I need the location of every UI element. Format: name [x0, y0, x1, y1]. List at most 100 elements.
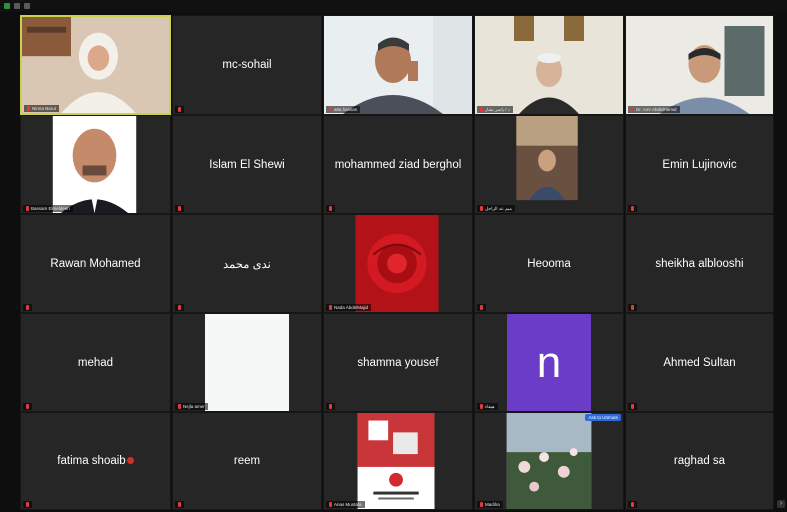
participant-caption — [175, 304, 184, 311]
participant-tile[interactable]: Madiha Ask to Unmute — [474, 412, 624, 510]
participant-name: mohammed ziad berghol — [334, 158, 462, 171]
participant-tile[interactable]: sheikha alblooshi — [625, 214, 774, 313]
participant-caption — [628, 205, 637, 212]
participant-tile[interactable]: reem — [172, 412, 322, 510]
caption-name: ميم عد الراجل — [485, 206, 512, 211]
muted-mic-icon — [631, 305, 634, 310]
muted-mic-icon — [631, 107, 634, 112]
participant-tile[interactable]: n هيفاء — [474, 313, 624, 412]
participant-caption: Nada AbdelMajid — [326, 304, 372, 311]
muted-mic-icon — [329, 502, 332, 507]
next-page-button[interactable]: › — [777, 500, 785, 508]
video-feed — [21, 116, 170, 213]
participant-caption: Dr. Amr AbdelHamid — [628, 106, 680, 113]
participant-tile[interactable]: fatima shoaib — [20, 412, 171, 510]
muted-mic-icon — [26, 305, 29, 310]
participant-tile[interactable]: raghad sa — [625, 412, 774, 510]
muted-mic-icon — [329, 107, 332, 112]
caption-name: د / ياسر بشار — [485, 107, 510, 112]
participant-caption: Nimra Barut — [24, 105, 60, 112]
participant-tile[interactable]: Ahmed Sultan — [625, 313, 774, 412]
security-icon[interactable] — [4, 3, 10, 9]
muted-mic-icon — [480, 404, 483, 409]
muted-mic-icon — [26, 404, 29, 409]
muted-mic-icon — [329, 206, 332, 211]
participant-name: sheikha alblooshi — [655, 257, 744, 270]
participant-caption: atta hassan — [326, 106, 361, 113]
participant-tile[interactable]: Rawan Mohamed — [20, 214, 171, 313]
video-feed — [324, 215, 472, 312]
participant-tile[interactable]: mohammed ziad berghol — [323, 115, 473, 214]
window-topbar — [0, 0, 787, 12]
ask-to-unmute-button[interactable]: Ask to Unmute — [585, 414, 621, 421]
participant-tile[interactable]: Dr. Amr AbdelHamid — [625, 15, 774, 115]
muted-mic-icon — [178, 107, 181, 112]
participant-caption — [175, 205, 184, 212]
muted-mic-icon — [480, 305, 483, 310]
caption-name: Bassam Elmeldeen — [31, 206, 70, 211]
participant-tile[interactable]: Nimra Barut — [20, 15, 171, 115]
video-feed — [475, 413, 623, 509]
participant-caption — [23, 304, 32, 311]
muted-mic-icon — [631, 404, 634, 409]
participant-tile[interactable]: shamma yousef — [323, 313, 473, 412]
participant-caption — [175, 106, 184, 113]
video-feed — [22, 17, 169, 113]
participant-gallery: Nimra Barut mc-sohail atta hassan د / ياسر … — [20, 15, 774, 510]
caption-name: Nada AbdelMajid — [334, 305, 369, 310]
caption-name: هيفاء — [485, 404, 495, 409]
heart-emoji-icon — [126, 457, 134, 465]
participant-tile[interactable]: Bassam Elmeldeen — [20, 115, 171, 214]
participant-tile[interactable]: ميم عد الراجل — [474, 115, 624, 214]
participant-name: Islam El Shewi — [209, 158, 285, 171]
participant-name: Ahmed Sultan — [663, 356, 736, 369]
participant-tile[interactable]: Islam El Shewi — [172, 115, 322, 214]
record-icon[interactable] — [24, 3, 30, 9]
participant-caption: Anas Mustafa — [326, 501, 365, 508]
participant-name: Heooma — [527, 257, 571, 270]
video-feed — [475, 116, 623, 213]
participant-tile[interactable]: mc-sohail — [172, 15, 322, 115]
participant-tile[interactable]: Nada AbdelMajid — [323, 214, 473, 313]
view-icon[interactable] — [14, 3, 20, 9]
caption-name: atta hassan — [334, 107, 358, 112]
participant-tile[interactable]: Heooma — [474, 214, 624, 313]
avatar: n — [507, 314, 591, 411]
participant-caption — [628, 304, 637, 311]
participant-caption — [23, 403, 32, 410]
participant-name: ندى محمد — [223, 258, 271, 271]
participant-caption — [628, 403, 637, 410]
participant-tile[interactable]: Emin Lujinovic — [625, 115, 774, 214]
muted-mic-icon — [26, 502, 29, 507]
muted-mic-icon — [178, 206, 181, 211]
participant-tile[interactable]: د / ياسر بشار — [474, 15, 624, 115]
video-feed — [475, 16, 623, 114]
participant-tile[interactable]: Nejla amer — [172, 313, 322, 412]
muted-mic-icon — [178, 502, 181, 507]
participant-tile[interactable]: atta hassan — [323, 15, 473, 115]
participant-tile[interactable]: ندى محمد — [172, 214, 322, 313]
participant-tile[interactable]: Anas Mustafa — [323, 412, 473, 510]
caption-name: Nimra Barut — [32, 106, 57, 111]
participant-name: Rawan Mohamed — [50, 257, 141, 270]
muted-mic-icon — [329, 404, 332, 409]
participant-caption: Nejla amer — [175, 403, 208, 410]
muted-mic-icon — [178, 404, 181, 409]
participant-caption: د / ياسر بشار — [477, 106, 513, 113]
participant-name: shamma yousef — [357, 356, 439, 369]
muted-mic-icon — [329, 305, 332, 310]
participant-caption: ميم عد الراجل — [477, 205, 515, 212]
muted-mic-icon — [631, 502, 634, 507]
muted-mic-icon — [178, 305, 181, 310]
participant-name: reem — [233, 455, 261, 467]
video-feed — [324, 413, 472, 509]
participant-name: Emin Lujinovic — [662, 158, 737, 171]
participant-caption — [23, 501, 32, 508]
participant-tile[interactable]: mehad — [20, 313, 171, 412]
muted-mic-icon — [27, 106, 30, 111]
participant-caption — [326, 205, 335, 212]
caption-name: Dr. Amr AbdelHamid — [636, 107, 677, 112]
participant-caption: هيفاء — [477, 403, 498, 410]
participant-caption: Bassam Elmeldeen — [23, 205, 73, 212]
participant-caption — [628, 501, 637, 508]
